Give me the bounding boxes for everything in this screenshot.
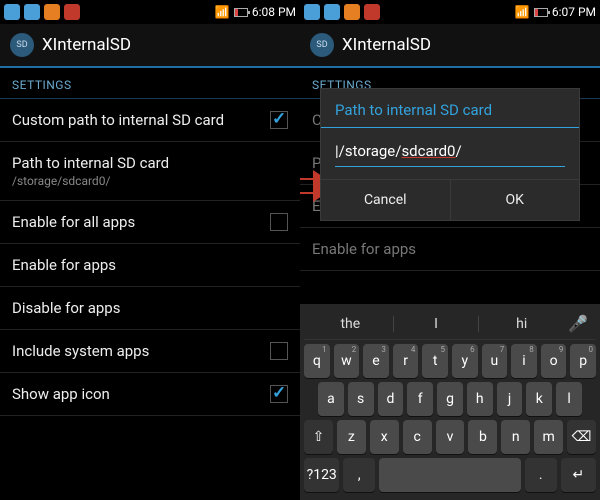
app-icon: SD bbox=[10, 33, 34, 57]
checkbox[interactable] bbox=[270, 213, 288, 231]
setting-label: Disable for apps bbox=[12, 299, 120, 317]
path-input[interactable]: |/storage/sdcard0/ bbox=[335, 140, 565, 167]
setting-label: Path to internal SD card bbox=[12, 154, 169, 172]
key-p[interactable]: p0 bbox=[570, 344, 596, 378]
suggestion[interactable]: hi bbox=[479, 316, 564, 332]
key-f[interactable]: f bbox=[407, 382, 433, 416]
key-y[interactable]: y6 bbox=[452, 344, 478, 378]
setting-enable-apps[interactable]: Enable for apps bbox=[0, 244, 300, 287]
clock: 6:07 PM bbox=[552, 5, 596, 19]
setting-include-system[interactable]: Include system apps bbox=[0, 330, 300, 373]
checkbox[interactable] bbox=[270, 342, 288, 360]
dialog-path-input: Path to internal SD card |/storage/sdcar… bbox=[320, 88, 580, 221]
key-enter[interactable]: ↵ bbox=[561, 458, 596, 492]
ok-button[interactable]: OK bbox=[450, 180, 580, 220]
key-backspace[interactable]: ⌫ bbox=[567, 420, 596, 454]
key-z[interactable]: z bbox=[337, 420, 366, 454]
setting-label: Show app icon bbox=[12, 385, 110, 403]
setting-show-icon[interactable]: Show app icon bbox=[0, 373, 300, 416]
checkbox[interactable] bbox=[270, 385, 288, 403]
key-u[interactable]: u7 bbox=[482, 344, 508, 378]
status-icon bbox=[364, 4, 380, 20]
setting-sub: /storage/sdcard0/ bbox=[12, 174, 169, 188]
app-bar: SD XInternalSD bbox=[0, 24, 300, 68]
input-text: sdcard0 bbox=[401, 142, 455, 160]
status-icon bbox=[344, 4, 360, 20]
checkbox[interactable] bbox=[270, 111, 288, 129]
key-c[interactable]: c bbox=[403, 420, 432, 454]
setting-path-internal[interactable]: Path to internal SD card /storage/sdcard… bbox=[0, 142, 300, 201]
suggestion-bar: the I hi 🎤 bbox=[304, 308, 596, 340]
suggestion[interactable]: I bbox=[393, 316, 480, 332]
status-bar: 📶 6:08 PM bbox=[0, 0, 300, 24]
key-k[interactable]: k bbox=[526, 382, 552, 416]
status-icon bbox=[24, 4, 40, 20]
key-r[interactable]: r4 bbox=[393, 344, 419, 378]
key-shift[interactable]: ⇧ bbox=[304, 420, 333, 454]
input-text: /storage/ bbox=[339, 142, 402, 160]
key-d[interactable]: d bbox=[378, 382, 404, 416]
key-space[interactable] bbox=[379, 458, 521, 492]
key-e[interactable]: e3 bbox=[363, 344, 389, 378]
keyboard: the I hi 🎤 q1w2e3r4t5y6u7i8o9p0 asdfghjk… bbox=[300, 304, 600, 500]
status-icon bbox=[64, 4, 80, 20]
setting-disable-apps[interactable]: Disable for apps bbox=[0, 287, 300, 330]
cancel-button[interactable]: Cancel bbox=[321, 180, 450, 220]
mic-icon[interactable]: 🎤 bbox=[564, 314, 592, 333]
clock: 6:08 PM bbox=[252, 5, 296, 19]
key-o[interactable]: o9 bbox=[541, 344, 567, 378]
setting-label: Enable for apps bbox=[12, 256, 116, 274]
signal-icon: 📶 bbox=[215, 5, 230, 19]
key-t[interactable]: t5 bbox=[422, 344, 448, 378]
key-v[interactable]: v bbox=[436, 420, 465, 454]
setting-label: Custom path to internal SD card bbox=[12, 111, 224, 129]
battery-icon bbox=[534, 8, 548, 17]
key-s[interactable]: s bbox=[348, 382, 374, 416]
signal-icon: 📶 bbox=[515, 5, 530, 19]
key-period[interactable]: . bbox=[525, 458, 557, 492]
app-title: XInternalSD bbox=[42, 35, 131, 55]
setting-enable-all[interactable]: Enable for all apps bbox=[0, 201, 300, 244]
key-w[interactable]: w2 bbox=[334, 344, 360, 378]
key-b[interactable]: b bbox=[468, 420, 497, 454]
key-j[interactable]: j bbox=[497, 382, 523, 416]
status-icon bbox=[304, 4, 320, 20]
key-h[interactable]: h bbox=[467, 382, 493, 416]
status-icon bbox=[44, 4, 60, 20]
setting-custom-path[interactable]: Custom path to internal SD card bbox=[0, 99, 300, 142]
section-header: SETTINGS bbox=[0, 68, 300, 99]
status-icon bbox=[4, 4, 20, 20]
key-n[interactable]: n bbox=[501, 420, 530, 454]
setting-label: Enable for all apps bbox=[12, 213, 135, 231]
suggestion[interactable]: the bbox=[308, 316, 393, 332]
status-icon bbox=[324, 4, 340, 20]
key-comma[interactable]: , bbox=[343, 458, 375, 492]
setting-label: Include system apps bbox=[12, 342, 149, 360]
key-q[interactable]: q1 bbox=[304, 344, 330, 378]
dialog-title: Path to internal SD card bbox=[321, 89, 579, 128]
key-i[interactable]: i8 bbox=[511, 344, 537, 378]
key-l[interactable]: l bbox=[556, 382, 582, 416]
status-bar: 📶 6:07 PM bbox=[300, 0, 600, 24]
screen-right: 📶 6:07 PM SD XInternalSD SETTINGS Cu P E… bbox=[300, 0, 600, 500]
battery-icon bbox=[234, 8, 248, 17]
key-symbols[interactable]: ?123 bbox=[304, 458, 339, 492]
key-g[interactable]: g bbox=[437, 382, 463, 416]
key-a[interactable]: a bbox=[318, 382, 344, 416]
key-x[interactable]: x bbox=[370, 420, 399, 454]
screen-left: 📶 6:08 PM SD XInternalSD SETTINGS Custom… bbox=[0, 0, 300, 500]
key-m[interactable]: m bbox=[534, 420, 563, 454]
input-text: / bbox=[455, 142, 461, 160]
